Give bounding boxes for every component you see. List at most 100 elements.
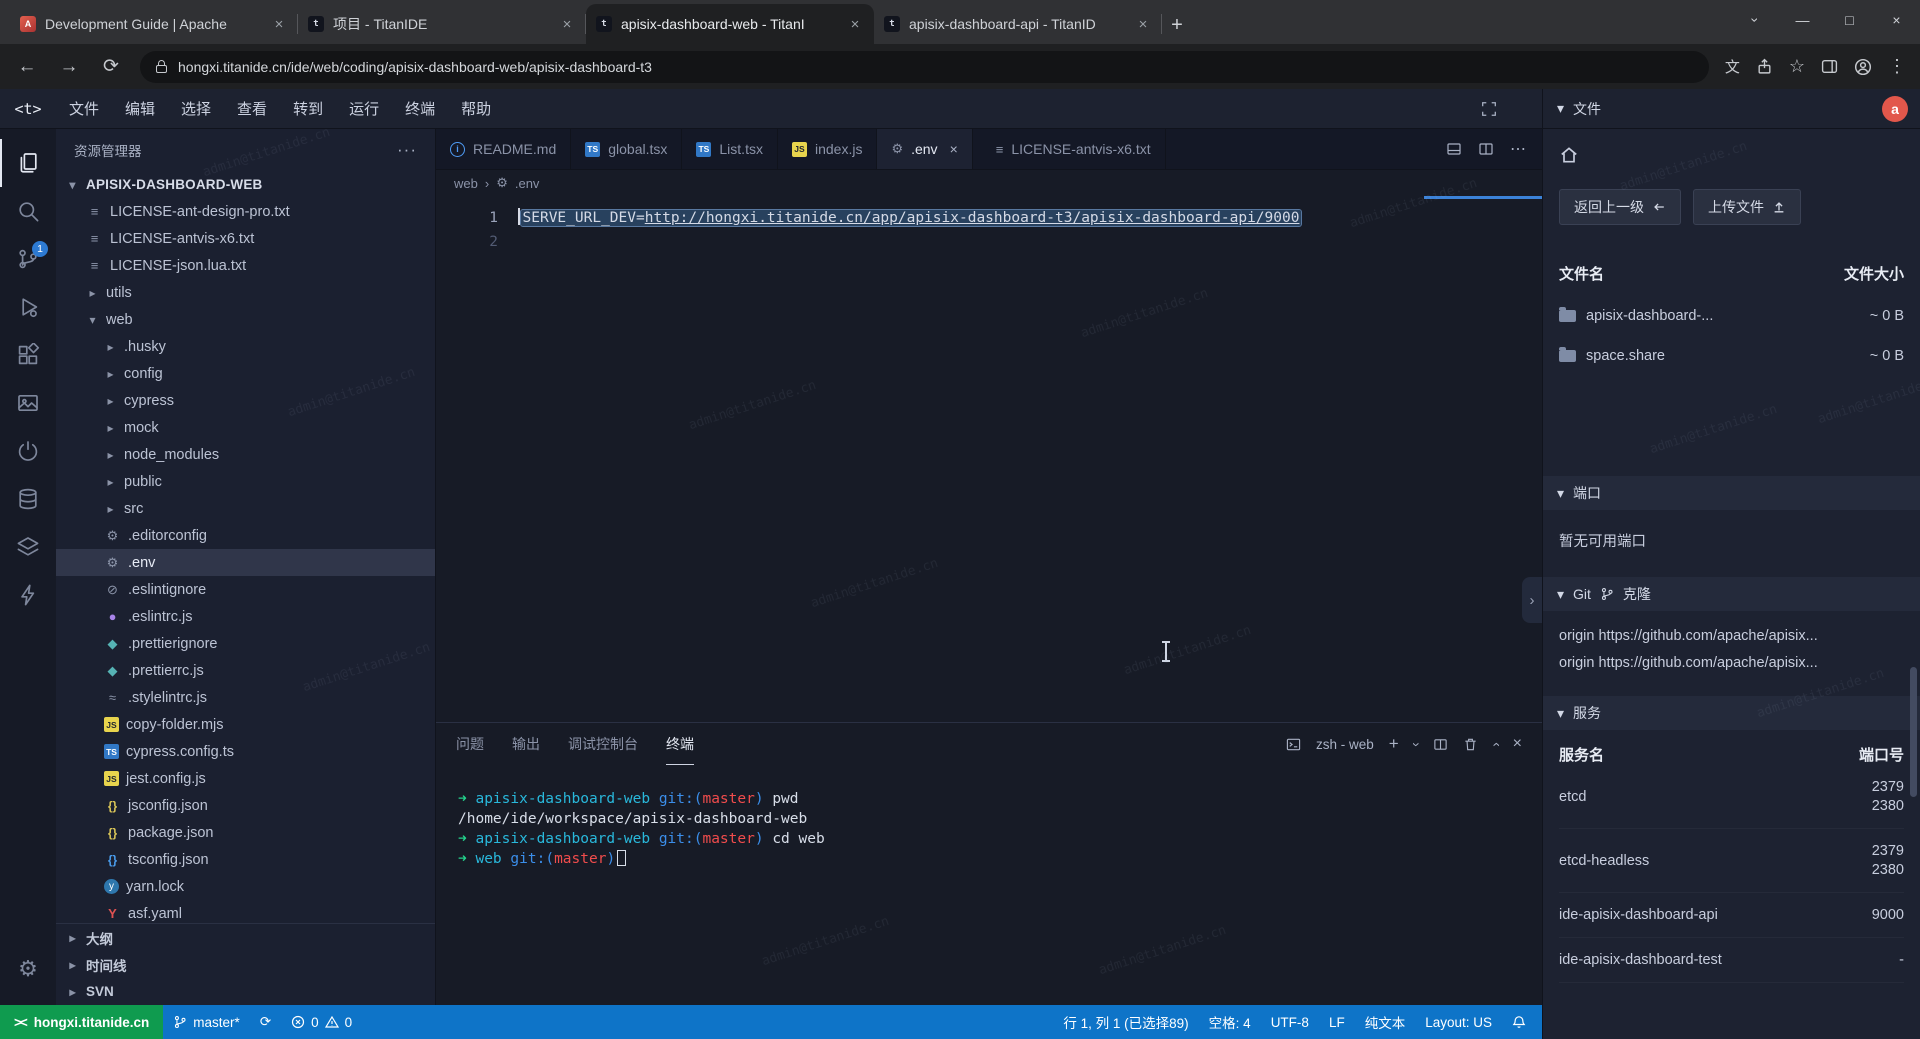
tree-folder-cypress[interactable]: ▸cypress [56,387,435,414]
remote-host-indicator[interactable]: >< hongxi.titanide.cn [0,1005,163,1039]
minimize-button[interactable]: — [1779,0,1826,40]
editor-tab-list-tsx[interactable]: TS List.tsx [682,129,778,169]
section-outline[interactable]: ▸大纲 [56,924,435,951]
file-row[interactable]: apisix-dashboard-... ~ 0 B [1559,308,1904,324]
menu-edit[interactable]: 编辑 [112,89,168,128]
right-panel-scrollbar[interactable] [1910,667,1917,797]
tree-item-license-antvis-x6[interactable]: ≡LICENSE-antvis-x6.txt [56,225,435,252]
forward-button[interactable]: → [56,56,82,78]
tree-item-stylelintrc[interactable]: ≈.stylelintrc.js [56,684,435,711]
home-icon[interactable] [1559,145,1920,165]
breadcrumb-file[interactable]: .env [515,176,540,191]
extensions-icon[interactable] [0,331,56,379]
tree-folder-husky[interactable]: ▸.husky [56,333,435,360]
service-row[interactable]: etcd-headless 23792380 [1559,829,1904,893]
menu-goto[interactable]: 转到 [280,89,336,128]
git-branch-status[interactable]: master* [163,1005,250,1039]
menu-selection[interactable]: 选择 [168,89,224,128]
tree-root[interactable]: ▾ APISIX-DASHBOARD-WEB [56,171,435,198]
tree-item-eslintrc[interactable]: ●.eslintrc.js [56,603,435,630]
tree-item-license-json-lua[interactable]: ≡LICENSE-json.lua.txt [56,252,435,279]
browser-tab-2[interactable]: t 项目 - TitanIDE × [298,4,586,44]
section-svn[interactable]: ▸SVN [56,978,435,1005]
back-button[interactable]: ← [14,56,40,78]
tree-item-tsconfig[interactable]: {}tsconfig.json [56,846,435,873]
tree-item-editorconfig[interactable]: ⚙.editorconfig [56,522,435,549]
tree-item-jsconfig[interactable]: {}jsconfig.json [56,792,435,819]
tree-folder-src[interactable]: ▸src [56,495,435,522]
close-tab-icon[interactable]: × [846,15,864,33]
bookmark-star-icon[interactable]: ☆ [1789,56,1805,77]
tree-folder-node-modules[interactable]: ▸node_modules [56,441,435,468]
git-remote-row[interactable]: origin https://github.com/apache/apisix.… [1559,650,1904,677]
maximize-panel-chevron-icon[interactable]: › [1493,737,1498,752]
menu-run[interactable]: 运行 [336,89,392,128]
share-icon[interactable] [1756,58,1773,75]
service-row[interactable]: ide-apisix-dashboard-test - [1559,938,1904,983]
close-tab-icon[interactable]: × [558,15,576,33]
editor-tab-global-tsx[interactable]: TS global.tsx [571,129,682,169]
terminal-output[interactable]: ➜ apisix-dashboard-web git:(master) pwd … [436,765,1542,1005]
tree-item-copy-folder-mjs[interactable]: JScopy-folder.mjs [56,711,435,738]
panel-tab-terminal[interactable]: 终端 [666,723,694,765]
translate-icon[interactable]: 文 [1725,56,1740,77]
upload-file-button[interactable]: 上传文件 [1693,189,1801,225]
tree-folder-config[interactable]: ▸config [56,360,435,387]
eol-status[interactable]: LF [1319,1005,1355,1039]
tree-item-yarn-lock[interactable]: yyarn.lock [56,873,435,900]
profile-avatar-icon[interactable] [1854,58,1872,76]
side-panel-icon[interactable] [1821,58,1838,75]
file-row[interactable]: space.share ~ 0 B [1559,348,1904,364]
tree-item-license-ant-design-pro[interactable]: ≡LICENSE-ant-design-pro.txt [56,198,435,225]
menu-file[interactable]: 文件 [56,89,112,128]
tree-folder-web[interactable]: ▾web [56,306,435,333]
service-row[interactable]: etcd 23792380 [1559,765,1904,829]
git-remote-row[interactable]: origin https://github.com/apache/apisix.… [1559,623,1904,650]
files-section-header[interactable]: ▾ 文件 a [1543,89,1920,129]
keyboard-layout-status[interactable]: Layout: US [1415,1005,1502,1039]
cursor-position-status[interactable]: 行 1, 列 1 (已选择89) [1053,1005,1198,1039]
search-icon[interactable] [0,187,56,235]
tree-item-env-selected[interactable]: ⚙.env [56,549,435,576]
services-section-header[interactable]: ▾ 服务 [1543,696,1920,730]
address-bar[interactable]: hongxi.titanide.cn/ide/web/coding/apisix… [140,51,1709,83]
media-preview-icon[interactable] [0,379,56,427]
git-section-header[interactable]: ▾ Git 克隆 [1543,577,1920,611]
refresh-button[interactable]: ⟳ [98,55,124,78]
toggle-panel-icon[interactable] [1446,141,1462,157]
ports-section-header[interactable]: ▾ 端口 [1543,476,1920,510]
tree-item-package-json[interactable]: {}package.json [56,819,435,846]
problems-status[interactable]: 0 0 [281,1005,362,1039]
bell-icon[interactable] [1502,1005,1542,1039]
database-icon[interactable] [0,475,56,523]
run-debug-icon[interactable] [0,283,56,331]
menu-terminal[interactable]: 终端 [392,89,448,128]
breadcrumb-folder[interactable]: web [454,176,478,191]
browser-tab-3-active[interactable]: t apisix-dashboard-web - TitanI × [586,4,874,44]
tree-item-prettierrc[interactable]: ◆.prettierrc.js [56,657,435,684]
editor-tab-env-active[interactable]: ⚙ .env × [877,129,972,169]
editor-tab-readme[interactable]: i README.md [436,129,571,169]
tree-item-asf-yaml[interactable]: Yasf.yaml [56,900,435,923]
language-mode-status[interactable]: 纯文本 [1355,1005,1416,1039]
browser-tab-1[interactable]: A Development Guide | Apache × [10,4,298,44]
go-up-button[interactable]: 返回上一级 [1559,189,1681,225]
terminal-dropdown-chevron-icon[interactable]: › [1414,737,1419,752]
terminal-shell-select[interactable]: zsh - web [1316,737,1374,752]
zap-icon[interactable] [0,571,56,619]
panel-tab-problems[interactable]: 问题 [456,723,484,765]
encoding-status[interactable]: UTF-8 [1261,1005,1319,1039]
split-terminal-icon[interactable] [1433,737,1448,752]
power-live-icon[interactable] [0,427,56,475]
menu-help[interactable]: 帮助 [448,89,504,128]
editor-tab-license[interactable]: ≡ LICENSE-antvis-x6.txt [982,129,1166,169]
user-avatar[interactable]: a [1882,96,1908,122]
tree-item-cypress-config[interactable]: TScypress.config.ts [56,738,435,765]
tree-folder-public[interactable]: ▸public [56,468,435,495]
new-terminal-icon[interactable]: + [1389,734,1399,754]
settings-gear-icon[interactable]: ⚙ [0,945,56,993]
section-timeline[interactable]: ▸时间线 [56,951,435,978]
tree-item-eslintignore[interactable]: ⊘.eslintignore [56,576,435,603]
close-window-button[interactable]: × [1873,0,1920,40]
close-tab-icon[interactable]: × [950,141,958,157]
